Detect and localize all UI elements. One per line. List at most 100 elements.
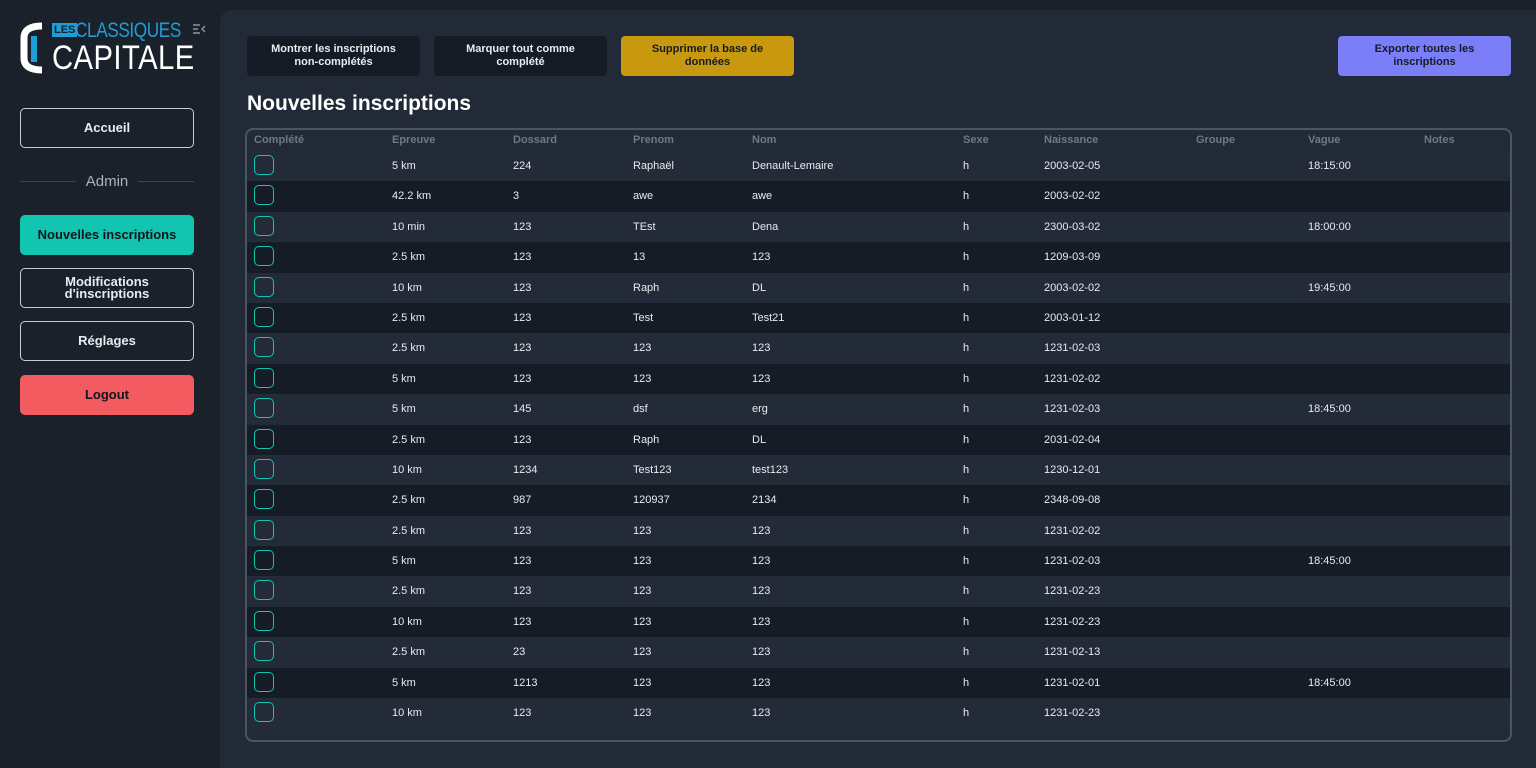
table-row: 5 km 123 123 123 h 1231-02-02 (247, 363, 1510, 395)
logout-button[interactable]: Logout (20, 375, 194, 415)
cell-epreuve: 10 km (392, 707, 422, 720)
completed-checkbox[interactable] (254, 276, 274, 297)
cell-nom: DL (752, 281, 767, 294)
cell-nom: Denault-Lemaire (752, 160, 834, 172)
cell-nom: test123 (752, 463, 789, 476)
nav-nouvelles-inscriptions-button[interactable]: Nouvelles inscriptions (20, 215, 194, 255)
cell-prenom: 123 (633, 372, 652, 385)
cell-prenom: Test (633, 311, 654, 324)
nav-accueil-button[interactable]: Accueil (20, 108, 194, 148)
logo-les: LES (52, 23, 78, 37)
table-row: 42.2 km 3 awe awe h 2003-02-02 (247, 181, 1510, 212)
table-row: 5 km 1213 123 123 h 1231-02-01 18:45:00 (247, 667, 1510, 699)
completed-checkbox[interactable] (254, 306, 274, 327)
mark-all-complete-button[interactable]: Marquer tout comme complété (434, 36, 607, 76)
collapse-sidebar-icon[interactable] (192, 23, 206, 35)
table-header: Complété Epreuve Dossard Prenom Nom Sexe Naiss… (247, 130, 1510, 151)
cell-sexe: h (963, 433, 970, 446)
cell-sexe: h (963, 463, 970, 476)
completed-checkbox[interactable] (254, 702, 274, 723)
completed-checkbox[interactable] (254, 428, 274, 449)
cell-prenom: 13 (633, 251, 646, 264)
completed-checkbox[interactable] (254, 398, 274, 419)
sidebar: LES CLASSIQUES CAPITALE Accueil Admin No… (0, 0, 214, 768)
table-row: 10 km 123 Raph DL h 2003-02-02 19:45:00 (247, 272, 1510, 303)
cell-nom: 2134 (752, 494, 777, 507)
table-row: 10 km 123 123 123 h 1231-02-23 (247, 606, 1510, 638)
cell-prenom: TEst (633, 220, 656, 233)
completed-checkbox[interactable] (254, 367, 274, 388)
completed-checkbox[interactable] (254, 519, 274, 540)
cell-sexe: h (963, 342, 970, 355)
table-row: 2.5 km 123 123 123 h 1231-02-23 (247, 576, 1510, 607)
app: LES CLASSIQUES CAPITALE Accueil Admin No… (0, 0, 1536, 768)
table-body: 5 km 224 Raphaël Denault-Lemaire h 2003-02-05… (247, 151, 1510, 729)
cell-nom: 123 (752, 646, 771, 659)
table-row: 2.5 km 123 123 123 h 1231-02-03 (247, 333, 1510, 364)
cell-naissance: 1231-02-23 (1044, 707, 1101, 720)
show-incomplete-button[interactable]: Montrer les inscriptions non-complétés (247, 36, 420, 76)
cell-epreuve: 2.5 km (392, 342, 426, 355)
divider (20, 180, 76, 182)
completed-checkbox[interactable] (254, 458, 274, 479)
cell-nom: DL (752, 433, 767, 446)
page-title: Nouvelles inscriptions (247, 92, 472, 115)
nav-modifications-button[interactable]: Modifications d'inscriptions (20, 268, 194, 308)
cell-nom: 123 (752, 585, 771, 598)
completed-checkbox[interactable] (254, 337, 274, 358)
divider (138, 180, 194, 182)
cell-sexe: h (963, 190, 970, 203)
cell-naissance: 2003-01-12 (1044, 311, 1101, 324)
cell-nom: Test21 (752, 311, 785, 324)
delete-database-button[interactable]: Supprimer la base de données (621, 36, 794, 76)
cell-sexe: h (963, 646, 970, 659)
cell-prenom: 123 (633, 615, 652, 628)
cell-epreuve: 2.5 km (392, 524, 426, 537)
completed-checkbox[interactable] (254, 489, 274, 510)
cell-epreuve: 42.2 km (392, 190, 432, 203)
cell-naissance: 1231-02-01 (1044, 676, 1101, 689)
table-row: 2.5 km 123 123 123 h 1231-02-02 (247, 515, 1510, 547)
cell-dossard: 123 (513, 615, 532, 628)
cell-naissance: 1231-02-23 (1044, 615, 1101, 628)
cell-epreuve: 2.5 km (392, 433, 426, 446)
completed-checkbox[interactable] (254, 610, 274, 631)
table-row: 10 km 123 123 123 h 1231-02-23 (247, 698, 1510, 729)
cell-sexe: h (963, 494, 970, 507)
completed-checkbox[interactable] (254, 185, 274, 206)
completed-checkbox[interactable] (254, 580, 274, 601)
section-admin: Admin (20, 172, 194, 190)
cell-prenom: 123 (633, 342, 652, 355)
cell-dossard: 1234 (513, 463, 538, 476)
table-row: 2.5 km 123 Raph DL h 2031-02-04 (247, 424, 1510, 455)
cell-nom: 123 (752, 372, 771, 385)
nav-reglages-button[interactable]: Réglages (20, 321, 194, 361)
completed-checkbox[interactable] (254, 671, 274, 692)
completed-checkbox[interactable] (254, 550, 274, 571)
table-row: 10 km 1234 Test123 test123 h 1230-12-01 (247, 454, 1510, 486)
logo[interactable]: LES CLASSIQUES CAPITALE (20, 20, 194, 76)
cell-nom: erg (752, 403, 768, 416)
cell-epreuve: 2.5 km (392, 494, 426, 507)
cell-naissance: 2300-03-02 (1044, 220, 1101, 233)
cell-epreuve: 5 km (392, 160, 416, 172)
export-all-button[interactable]: Exporter toutes les inscriptions (1338, 36, 1511, 76)
cell-epreuve: 5 km (392, 555, 416, 568)
completed-checkbox[interactable] (254, 641, 274, 662)
table-row: 2.5 km 23 123 123 h 1231-02-13 (247, 637, 1510, 668)
cell-dossard: 1213 (513, 676, 538, 689)
cell-naissance: 1231-02-03 (1044, 342, 1101, 355)
column-header: Notes (1424, 134, 1455, 146)
cell-naissance: 2031-02-04 (1044, 433, 1101, 446)
completed-checkbox[interactable] (254, 215, 274, 236)
cell-nom: awe (752, 190, 773, 203)
cell-naissance: 2003-02-02 (1044, 190, 1101, 203)
completed-checkbox[interactable] (254, 246, 274, 267)
cell-dossard: 123 (513, 524, 532, 537)
table-row: 5 km 224 Raphaël Denault-Lemaire h 2003-02-05… (247, 151, 1510, 182)
cell-epreuve: 2.5 km (392, 646, 426, 659)
completed-checkbox[interactable] (254, 155, 274, 175)
table-row: 10 min 123 TEst Dena h 2300-03-02 18:00:00 (247, 211, 1510, 243)
cell-sexe: h (963, 615, 970, 628)
section-admin-label: Admin (85, 172, 129, 190)
